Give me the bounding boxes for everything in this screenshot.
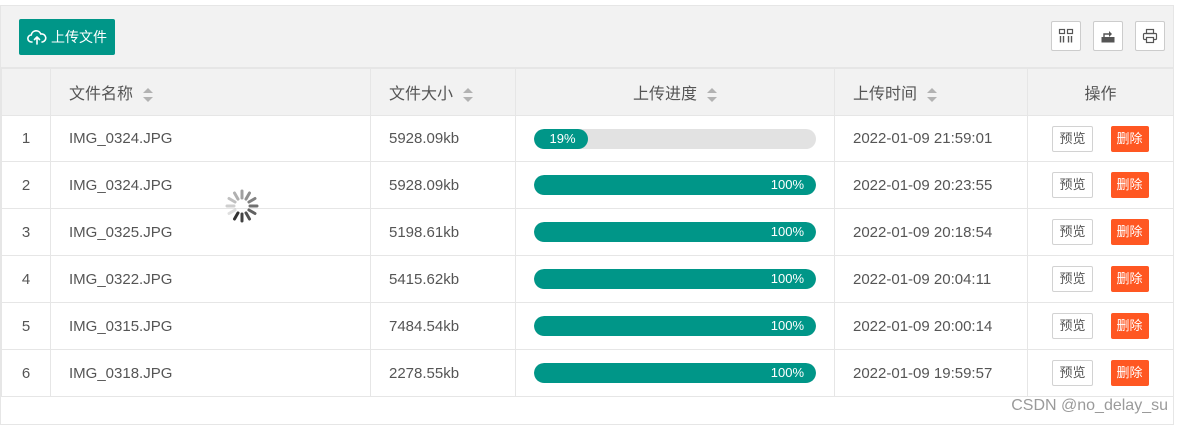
table-row[interactable]: 4 IMG_0322.JPG 5415.62kb 100% 2022-01-09 20:… bbox=[1, 255, 1174, 303]
upload-time: 2022-01-09 21:59:01 bbox=[834, 115, 1028, 162]
delete-button[interactable]: 删除 bbox=[1110, 360, 1149, 386]
actions-cell: 预览 删除 bbox=[1027, 161, 1174, 209]
preview-button[interactable]: 预览 bbox=[1052, 172, 1093, 198]
row-index: 6 bbox=[1, 349, 51, 397]
progress-bar: 100% bbox=[534, 269, 816, 289]
file-name: IMG_0324.JPG bbox=[50, 115, 371, 162]
file-table: 文件名称 文件大小 上传进度 上传时间 操作 1 IMG_0324.JPG 5928… bbox=[1, 68, 1174, 397]
upload-time: 2022-01-09 20:00:14 bbox=[834, 302, 1028, 350]
sort-icon[interactable] bbox=[463, 87, 474, 102]
preview-button[interactable]: 预览 bbox=[1052, 266, 1093, 292]
actions-cell: 预览 删除 bbox=[1027, 302, 1174, 350]
progress-bar: 19% bbox=[534, 128, 588, 149]
header-progress[interactable]: 上传进度 bbox=[515, 68, 835, 116]
upload-time: 2022-01-09 20:04:11 bbox=[834, 255, 1028, 303]
row-index: 3 bbox=[1, 208, 51, 256]
actions-cell: 预览 删除 bbox=[1027, 255, 1174, 303]
columns-filter-icon[interactable] bbox=[1051, 21, 1081, 51]
progress-bar: 100% bbox=[534, 222, 816, 242]
loading-spinner-icon bbox=[222, 186, 262, 226]
table-row[interactable]: 1 IMG_0324.JPG 5928.09kb 19% 2022-01-09 21:5… bbox=[1, 115, 1174, 162]
table-row[interactable]: 5 IMG_0315.JPG 7484.54kb 100% 2022-01-09 20:… bbox=[1, 302, 1174, 350]
file-name: IMG_0324.JPG bbox=[50, 161, 371, 209]
actions-cell: 预览 删除 bbox=[1027, 349, 1174, 397]
delete-button[interactable]: 删除 bbox=[1110, 125, 1149, 152]
table-row[interactable]: 6 IMG_0318.JPG 2278.55kb 100% 2022-01-09 19:… bbox=[1, 349, 1174, 397]
progress-cell: 100% bbox=[515, 302, 835, 350]
upload-file-label: 上传文件 bbox=[51, 29, 107, 45]
progress-cell: 100% bbox=[515, 208, 835, 256]
delete-button[interactable]: 删除 bbox=[1110, 266, 1149, 292]
file-size: 5928.09kb bbox=[370, 161, 516, 209]
progress-cell: 100% bbox=[515, 161, 835, 209]
upload-time: 2022-01-09 20:23:55 bbox=[834, 161, 1028, 209]
header-file-name[interactable]: 文件名称 bbox=[50, 68, 371, 116]
progress-track: 100% bbox=[534, 316, 816, 336]
file-size: 5198.61kb bbox=[370, 208, 516, 256]
delete-button[interactable]: 删除 bbox=[1110, 219, 1149, 245]
export-icon[interactable] bbox=[1093, 21, 1123, 51]
table-row[interactable]: 3 IMG_0325.JPG 5198.61kb 100% 2022-01-09 20:… bbox=[1, 208, 1174, 256]
file-upload-panel: 上传文件 文件名称 文件大小 上传进度 上传时间 操作 1 IMG_0324.J… bbox=[0, 5, 1174, 425]
row-index: 1 bbox=[1, 115, 51, 162]
preview-button[interactable]: 预览 bbox=[1052, 125, 1093, 152]
file-name: IMG_0315.JPG bbox=[50, 302, 371, 350]
file-name: IMG_0318.JPG bbox=[50, 349, 371, 397]
actions-cell: 预览 删除 bbox=[1027, 115, 1174, 162]
progress-bar: 100% bbox=[534, 363, 816, 383]
progress-track: 100% bbox=[534, 175, 816, 195]
upload-time: 2022-01-09 20:18:54 bbox=[834, 208, 1028, 256]
progress-track: 100% bbox=[534, 222, 816, 242]
row-index: 2 bbox=[1, 161, 51, 209]
header-file-size-label: 文件大小 bbox=[389, 86, 454, 103]
upload-time: 2022-01-09 19:59:57 bbox=[834, 349, 1028, 397]
header-index bbox=[1, 68, 51, 116]
row-index: 5 bbox=[1, 302, 51, 350]
progress-track: 19% bbox=[534, 128, 816, 149]
header-upload-time[interactable]: 上传时间 bbox=[834, 68, 1028, 116]
delete-button[interactable]: 删除 bbox=[1110, 172, 1149, 198]
progress-track: 100% bbox=[534, 363, 816, 383]
sort-icon[interactable] bbox=[143, 87, 154, 102]
progress-bar: 100% bbox=[534, 175, 816, 195]
header-actions: 操作 bbox=[1027, 68, 1174, 116]
file-name: IMG_0322.JPG bbox=[50, 255, 371, 303]
sort-icon[interactable] bbox=[707, 87, 717, 102]
progress-cell: 19% bbox=[515, 115, 835, 162]
preview-button[interactable]: 预览 bbox=[1052, 313, 1093, 339]
file-size: 2278.55kb bbox=[370, 349, 516, 397]
preview-button[interactable]: 预览 bbox=[1052, 219, 1093, 245]
table-header-row: 文件名称 文件大小 上传进度 上传时间 操作 bbox=[1, 68, 1174, 116]
progress-cell: 100% bbox=[515, 255, 835, 303]
table-row[interactable]: 2 IMG_0324.JPG 5928.09kb 100% 2022-01-09 20:… bbox=[1, 161, 1174, 209]
header-upload-time-label: 上传时间 bbox=[853, 86, 918, 103]
delete-button[interactable]: 删除 bbox=[1110, 313, 1149, 339]
file-size: 5928.09kb bbox=[370, 115, 516, 162]
print-icon[interactable] bbox=[1135, 21, 1165, 51]
preview-button[interactable]: 预览 bbox=[1052, 360, 1093, 386]
header-file-name-label: 文件名称 bbox=[69, 86, 134, 103]
header-progress-label: 上传进度 bbox=[632, 86, 697, 103]
progress-cell: 100% bbox=[515, 349, 835, 397]
cloud-upload-icon bbox=[27, 29, 47, 45]
sort-icon[interactable] bbox=[927, 87, 938, 102]
progress-bar: 100% bbox=[534, 316, 816, 336]
file-name: IMG_0325.JPG bbox=[50, 208, 371, 256]
progress-track: 100% bbox=[534, 269, 816, 289]
file-size: 7484.54kb bbox=[370, 302, 516, 350]
upload-file-button[interactable]: 上传文件 bbox=[19, 19, 115, 55]
watermark: CSDN @no_delay_su bbox=[1011, 397, 1168, 414]
actions-cell: 预览 删除 bbox=[1027, 208, 1174, 256]
file-size: 5415.62kb bbox=[370, 255, 516, 303]
row-index: 4 bbox=[1, 255, 51, 303]
header-file-size[interactable]: 文件大小 bbox=[370, 68, 516, 116]
table-toolbar: 上传文件 bbox=[1, 6, 1173, 68]
